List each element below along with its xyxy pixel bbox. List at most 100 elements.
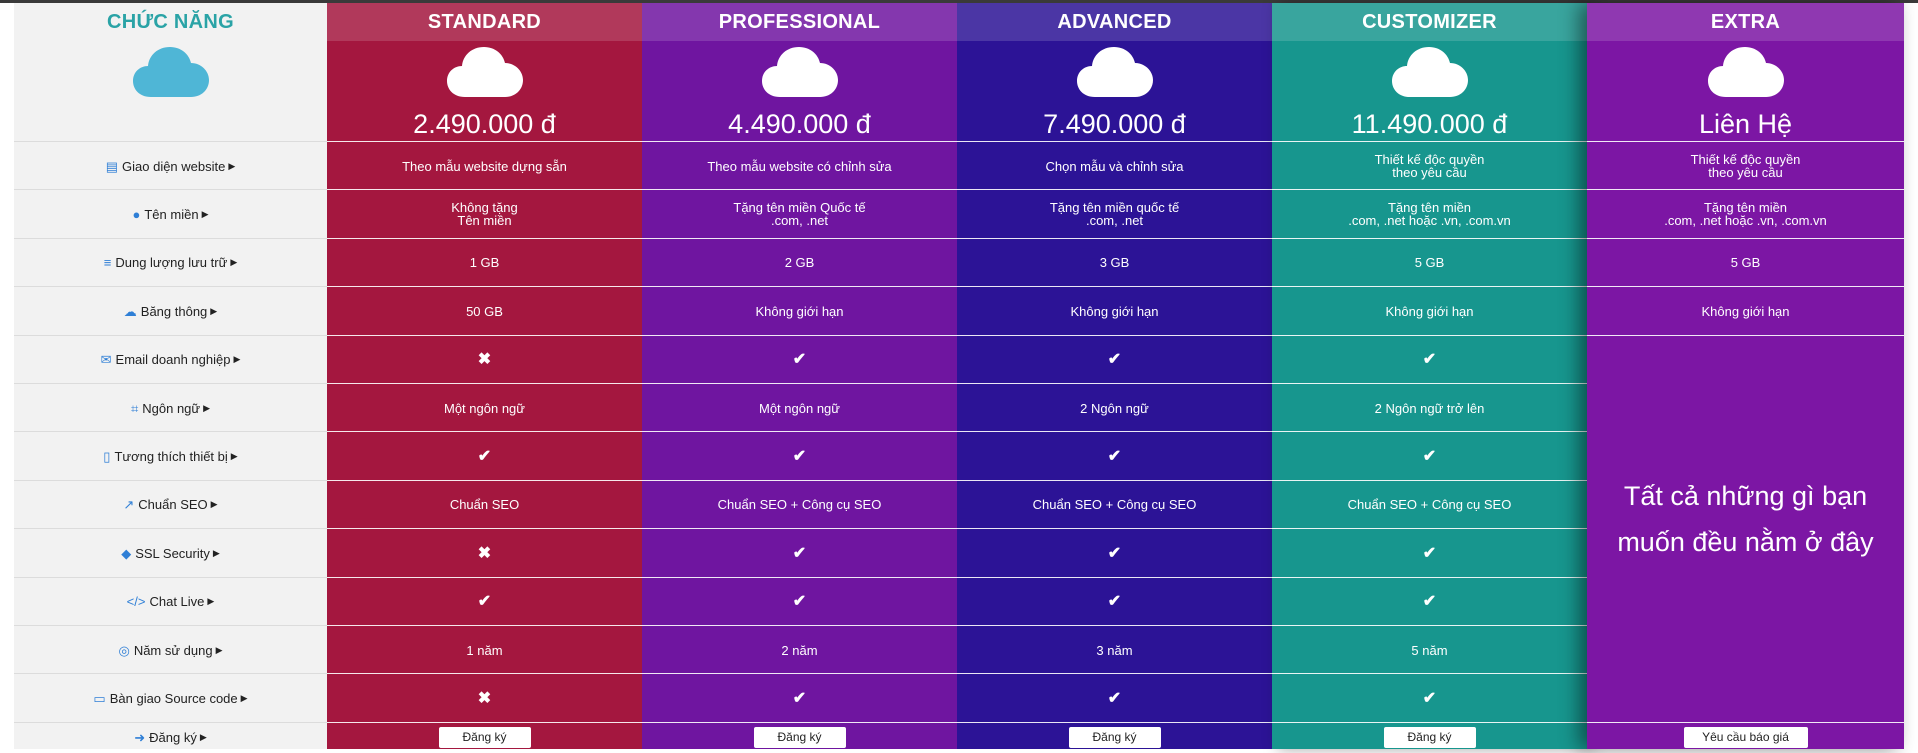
feature-row[interactable]: ☁ Băng thông ▶	[14, 286, 327, 335]
value-text: ✔	[792, 544, 807, 562]
chart-line-icon: ↗	[123, 497, 135, 513]
value-cell: Không giới hạn	[957, 286, 1272, 335]
feature-label: Chat Live	[149, 594, 205, 610]
value-line: theo yêu cầu	[1708, 165, 1783, 180]
value-cell: Tặng tên miền Quốc tế .com, .net	[642, 189, 957, 238]
check-icon: ✔	[792, 544, 807, 562]
features-column: CHỨC NĂNG ▤ Giao diện website ▶ ● Tên miền ▶ ≡…	[14, 3, 327, 749]
value-cell: 3 năm	[957, 625, 1272, 674]
value-cell: Thiết kế độc quyền theo yêu cầu	[1587, 141, 1904, 190]
value-cell: 1 năm	[327, 625, 642, 674]
feature-row[interactable]: ⌗ Ngôn ngữ ▶	[14, 383, 327, 432]
value-line: Không giới hạn	[1070, 303, 1159, 319]
feature-row[interactable]: ◎ Năm sử dụng ▶	[14, 625, 327, 674]
value-text: ✔	[1108, 594, 1121, 610]
value-cell: Thiết kế độc quyền theo yêu cầu	[1272, 141, 1587, 190]
feature-row[interactable]: ✉ Email doanh nghiệp ▶	[14, 334, 327, 384]
value-text: 2 năm	[781, 644, 817, 657]
value-cell: 2 năm	[642, 625, 957, 674]
value-cell: ✔	[957, 528, 1272, 577]
button-row: Yêu cầu báo giá	[1587, 721, 1904, 753]
value-text: 50 GB	[466, 305, 503, 318]
value-text: ✔	[477, 447, 492, 465]
value-cell: ✔	[642, 334, 957, 384]
value-text: Tặng tên miền quốc tế .com, .net	[1050, 201, 1179, 227]
value-cell: ✔	[1272, 431, 1587, 480]
plan-price: 4.490.000 đ	[728, 109, 871, 139]
value-text: ✔	[793, 690, 806, 706]
value-line: Chuẩn SEO + Công cụ SEO	[717, 497, 882, 513]
value-text: ✔	[1422, 351, 1437, 369]
value-cell: Tặng tên miền quốc tế .com, .net	[957, 189, 1272, 238]
value-cell: ✔	[327, 576, 642, 626]
feature-row[interactable]: ↗ Chuẩn SEO ▶	[14, 479, 327, 529]
value-line: Chuẩn SEO + Công cụ SEO	[1347, 497, 1512, 513]
plan-price: 11.490.000 đ	[1351, 109, 1508, 139]
feature-row[interactable]: ▭ Bàn giao Source code ▶	[14, 673, 327, 722]
value-line: Một ngôn ngữ	[444, 400, 525, 416]
value-text: Thiết kế độc quyền theo yêu cầu	[1691, 153, 1801, 179]
value-cell: ✔	[957, 334, 1272, 384]
value-text: Theo mẫu website dựng sẵn	[402, 160, 567, 173]
value-cell: ✔	[327, 431, 642, 480]
feature-label: Dung lượng lưu trữ	[115, 255, 228, 271]
value-text: Chuẩn SEO	[450, 498, 519, 511]
feature-row[interactable]: ◆ SSL Security ▶	[14, 528, 327, 577]
feature-row[interactable]: ➜ Đăng ký ▶	[14, 721, 327, 753]
value-text: Chuẩn SEO + Công cụ SEO	[1348, 498, 1512, 511]
feature-row[interactable]: ≡ Dung lượng lưu trữ ▶	[14, 237, 327, 287]
register-button[interactable]: Đăng ký	[1383, 727, 1476, 749]
caret-right-icon: ▶	[212, 547, 220, 558]
cloud-icon	[1391, 47, 1468, 97]
cloud-icon	[132, 47, 209, 97]
value-text: 2 Ngôn ngữ trở lên	[1375, 402, 1485, 415]
value-cell: Theo mẫu website có chỉnh sửa	[642, 141, 957, 190]
plan-advanced: ADVANCED 7.490.000 đ Chọn mẫu và chỉnh sửa…	[957, 3, 1272, 749]
file-code-icon: ▭	[93, 690, 106, 706]
feature-row[interactable]: </> Chat Live ▶	[14, 576, 327, 626]
cross-icon: ✖	[477, 544, 492, 562]
value-cell: Chuẩn SEO + Công cụ SEO	[1272, 479, 1587, 529]
value-text: ✔	[1108, 352, 1121, 368]
value-cell: 5 GB	[1272, 237, 1587, 287]
value-text: Tặng tên miền .com, .net hoặc .vn, .com.v…	[1348, 201, 1511, 227]
register-button[interactable]: Đăng ký	[753, 727, 846, 749]
value-cell: Không giới hạn	[1272, 286, 1587, 335]
check-icon: ✔	[477, 447, 492, 465]
feature-row[interactable]: ● Tên miền ▶	[14, 189, 327, 238]
feature-label: Tương thích thiết bị	[114, 448, 228, 464]
value-text: ✖	[477, 544, 492, 562]
feature-label: Đăng ký	[149, 730, 197, 746]
value-line: theo yêu cầu	[1392, 165, 1467, 180]
register-button[interactable]: Đăng ký	[1068, 727, 1161, 749]
feature-label: Email doanh nghiệp	[115, 352, 231, 368]
extra-filler	[1587, 334, 1904, 336]
caret-right-icon: ▶	[210, 499, 218, 510]
value-text: Không tặng Tên miền	[451, 201, 518, 227]
value-text: 1 GB	[470, 256, 500, 269]
value-line: 3 năm	[1096, 642, 1133, 658]
value-cell: ✔	[1272, 673, 1587, 722]
register-button[interactable]: Đăng ký	[438, 727, 531, 749]
value-text: 2 GB	[785, 256, 815, 269]
value-text: 1 năm	[466, 644, 502, 657]
caret-right-icon: ▶	[210, 305, 218, 316]
sign-in-icon: ➜	[134, 730, 146, 746]
cloud-icon	[1707, 47, 1784, 97]
check-icon: ✔	[792, 351, 807, 369]
value-line: .com, .net	[770, 213, 829, 229]
value-cell: Tặng tên miền .com, .net hoặc .vn, .com.v…	[1272, 189, 1587, 238]
value-text: ✔	[478, 594, 491, 610]
value-cell: ✔	[642, 673, 957, 722]
check-icon: ✔	[1422, 351, 1437, 369]
value-text: Theo mẫu website có chỉnh sửa	[707, 160, 891, 173]
feature-row[interactable]: ▤ Giao diện website ▶	[14, 141, 327, 190]
value-cell: 2 GB	[642, 237, 957, 287]
value-cell: Chọn mẫu và chỉnh sửa	[957, 141, 1272, 190]
value-line: 2 Ngôn ngữ trở lên	[1374, 400, 1485, 416]
value-cell: ✖	[327, 673, 642, 722]
request-quote-button[interactable]: Yêu cầu báo giá	[1683, 727, 1808, 749]
value-cell: ✔	[957, 431, 1272, 480]
feature-row[interactable]: ▯ Tương thích thiết bị ▶	[14, 431, 327, 480]
plan-name: EXTRA	[1587, 3, 1904, 41]
